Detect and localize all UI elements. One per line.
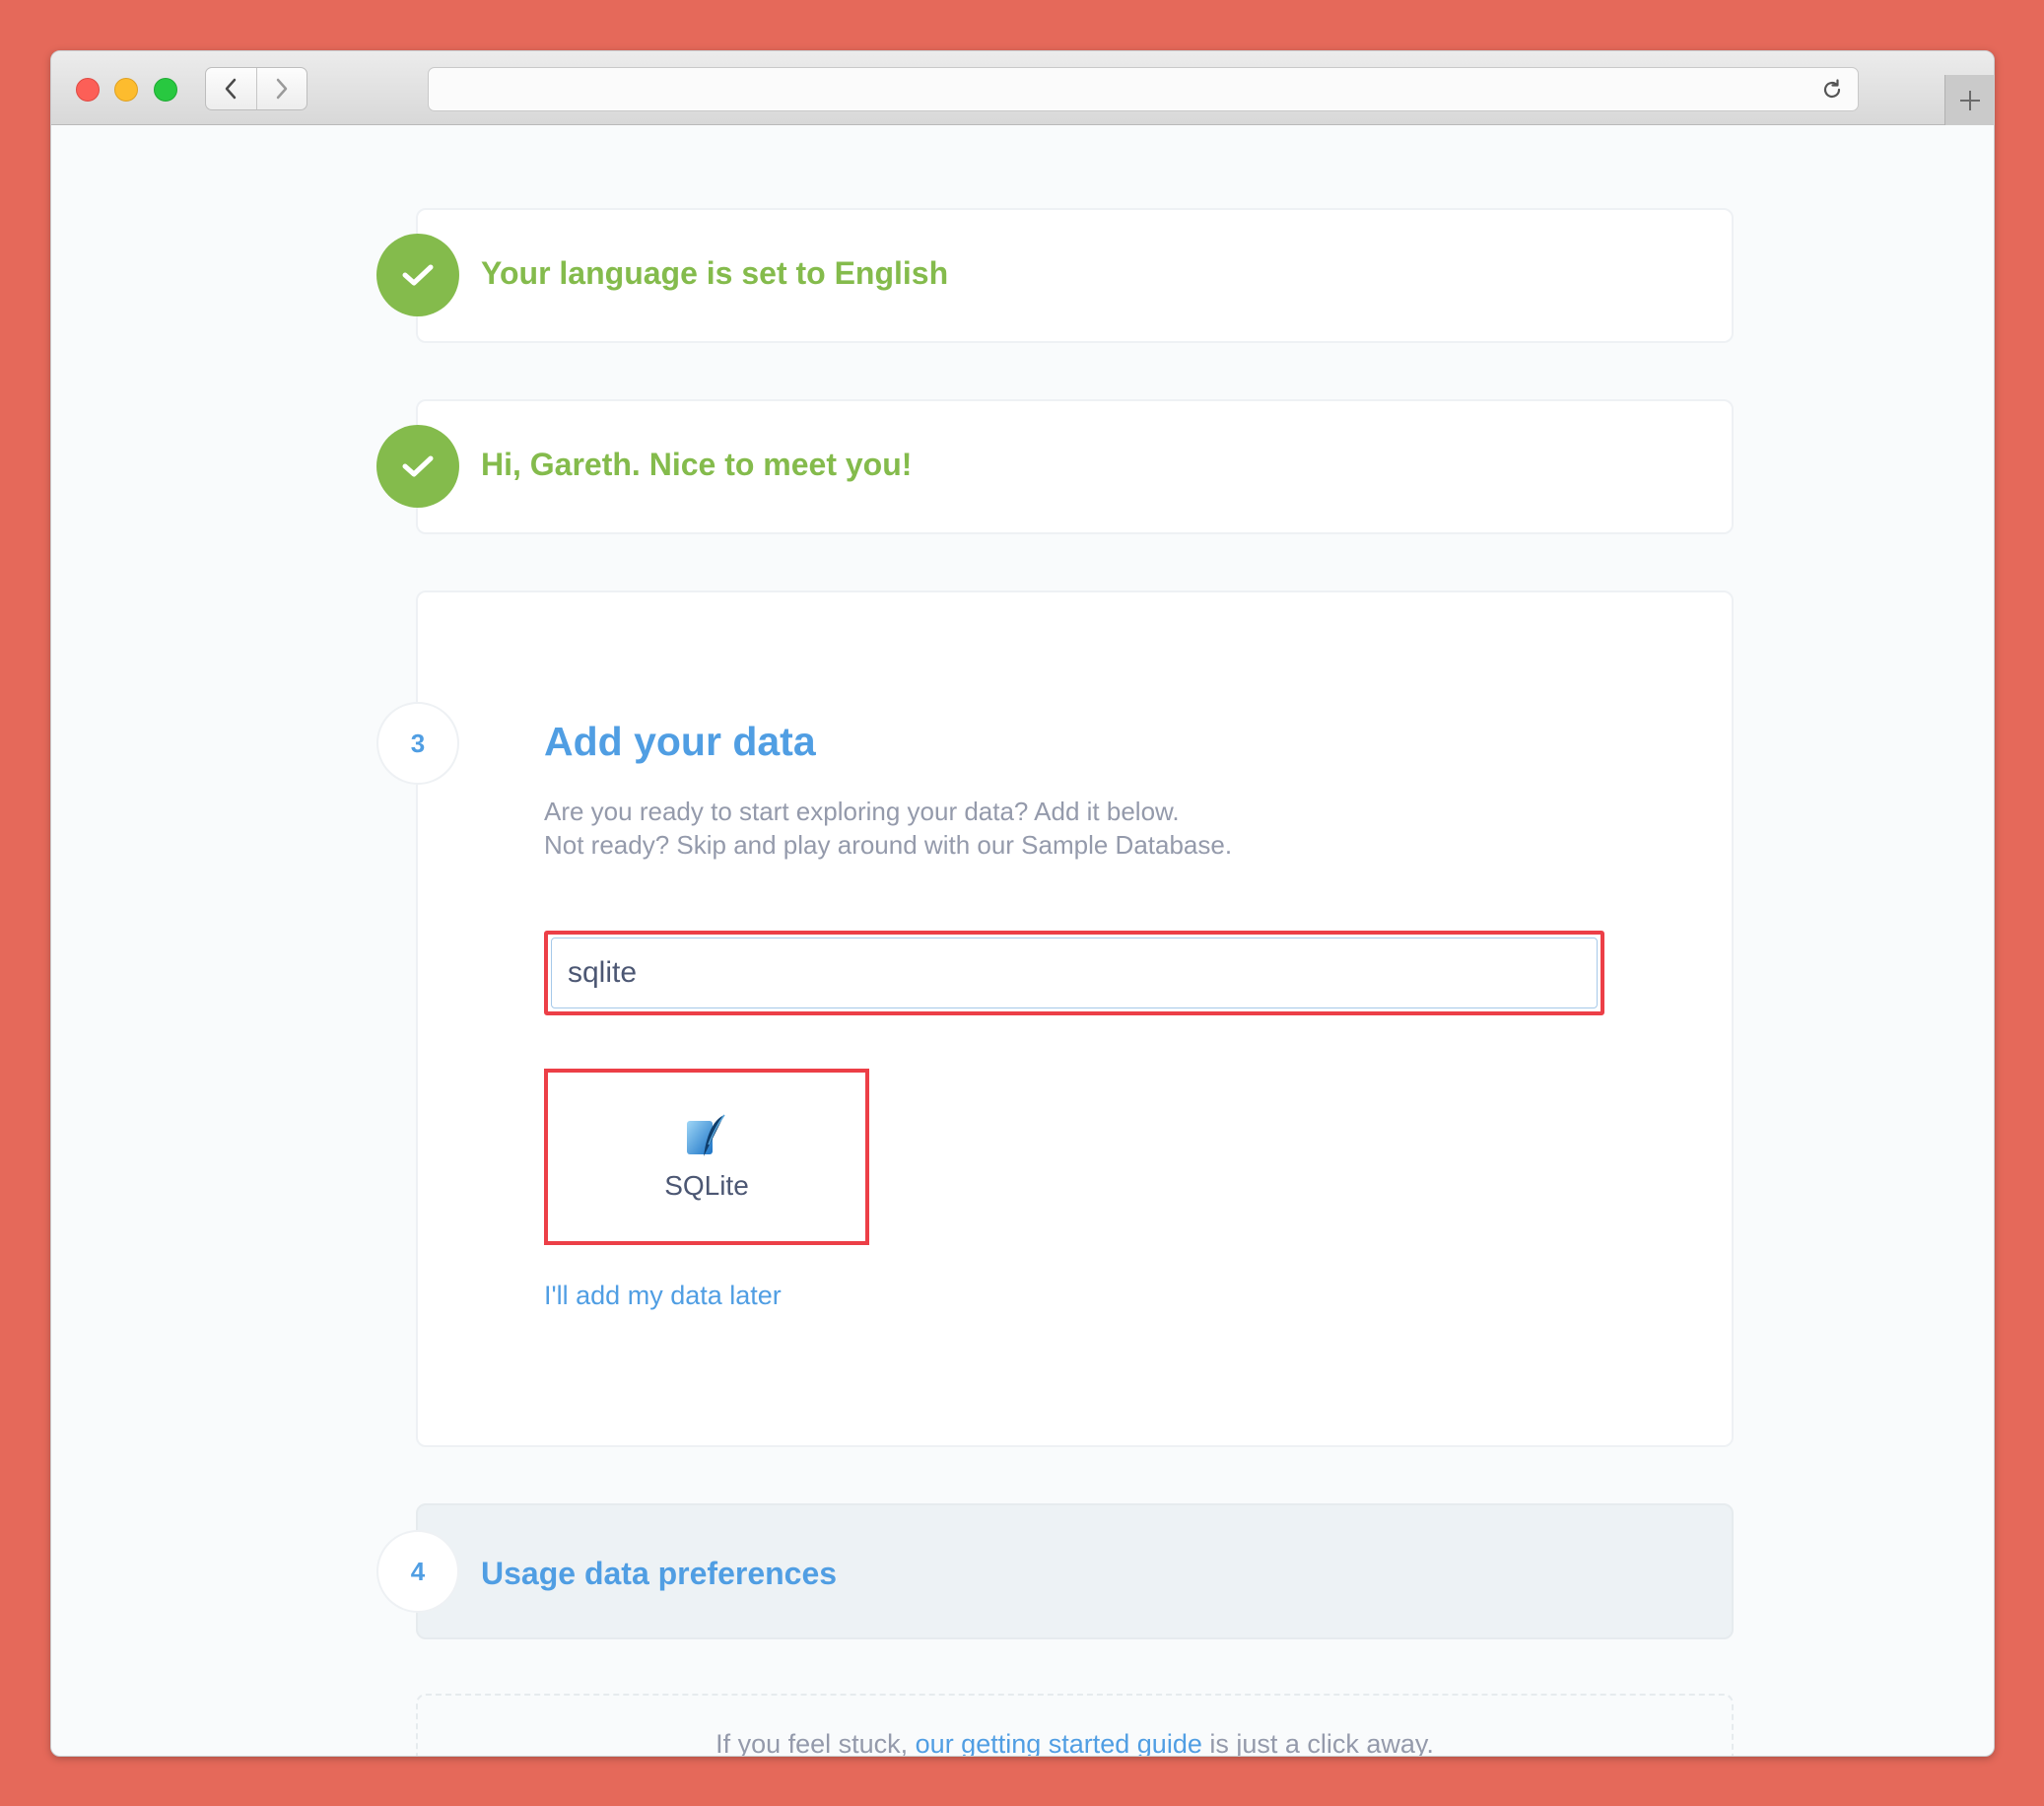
browser-window: Your language is set to English Hi, Gare…: [50, 50, 1995, 1757]
plus-icon: [1959, 90, 1980, 110]
getting-started-guide-link[interactable]: our getting started guide: [916, 1729, 1202, 1757]
add-data-title: Add your data: [544, 719, 816, 764]
user-step-title: Hi, Gareth. Nice to meet you!: [481, 447, 913, 482]
forward-button[interactable]: [255, 68, 307, 109]
new-tab-button[interactable]: [1944, 75, 1994, 125]
address-bar[interactable]: [428, 67, 1859, 111]
step-number-badge: 4: [376, 1530, 459, 1613]
add-data-description-line-2: Not ready? Skip and play around with our…: [544, 830, 1233, 860]
step-number-badge: 3: [376, 702, 459, 785]
minimize-window-button[interactable]: [114, 78, 138, 102]
add-data-later-link[interactable]: I'll add my data later: [544, 1281, 782, 1311]
add-data-description-line-1: Are you ready to start exploring your da…: [544, 797, 1180, 826]
footer-text-before: If you feel stuck,: [715, 1728, 916, 1757]
checkmark-icon: [402, 264, 434, 286]
user-step-done-badge: [376, 425, 459, 508]
footer-text-after: is just a click away.: [1201, 1728, 1434, 1757]
sqlite-option-label: SQLite: [664, 1169, 749, 1201]
reload-icon[interactable]: [1820, 78, 1844, 102]
checkmark-icon: [402, 455, 434, 477]
language-step-title: Your language is set to English: [481, 255, 949, 291]
help-footer: If you feel stuck, our getting started g…: [416, 1694, 1734, 1757]
chevron-right-icon: [276, 78, 287, 100]
database-search-input[interactable]: sqlite: [544, 931, 1604, 1015]
sqlite-database-option[interactable]: SQLite: [544, 1069, 869, 1245]
language-step-done-badge: [376, 234, 459, 316]
setup-page: Your language is set to English Hi, Gare…: [51, 126, 1994, 1757]
chevron-left-icon: [226, 78, 237, 100]
close-window-button[interactable]: [76, 78, 100, 102]
database-search-value: sqlite: [568, 956, 638, 989]
browser-titlebar: [51, 51, 1994, 125]
nav-buttons: [205, 67, 307, 110]
maximize-window-button[interactable]: [154, 78, 177, 102]
sqlite-feather-icon: [687, 1114, 725, 1156]
back-button[interactable]: [206, 68, 256, 109]
usage-step-title: Usage data preferences: [481, 1556, 838, 1591]
